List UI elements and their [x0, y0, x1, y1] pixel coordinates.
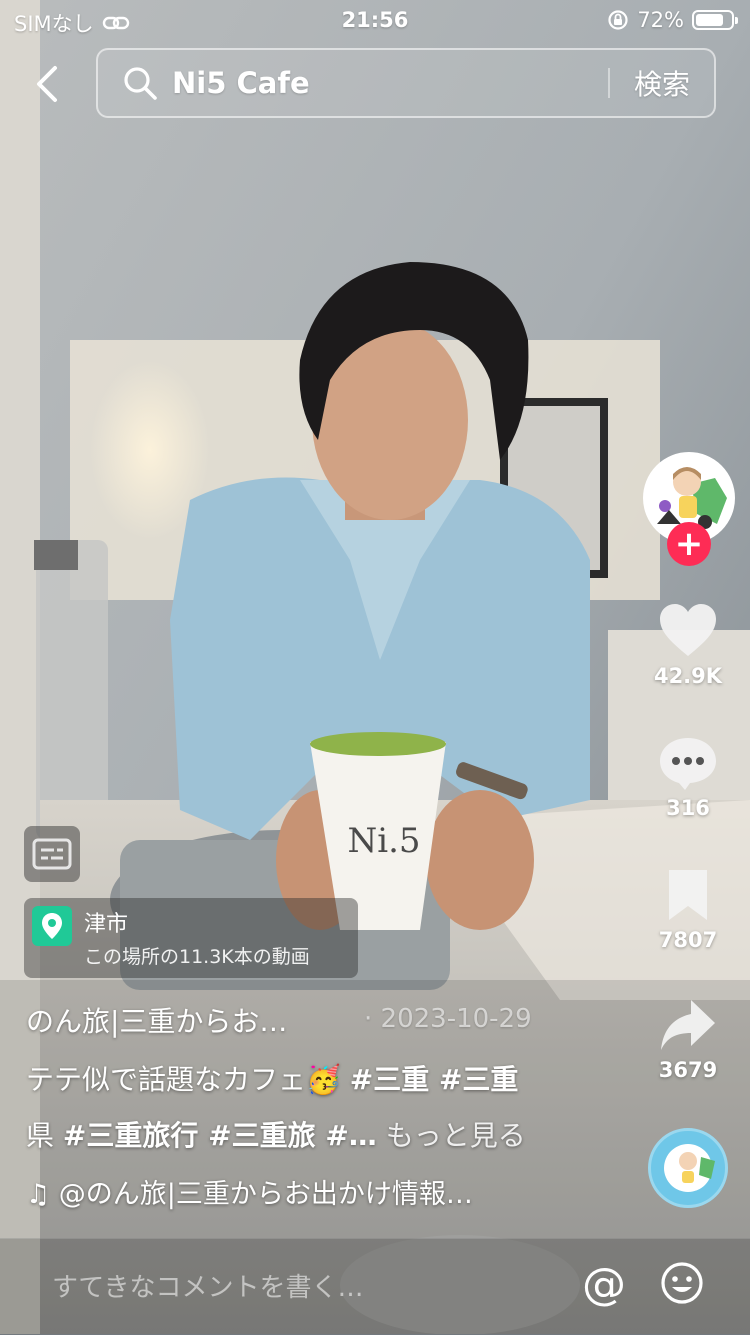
like-count: 42.9K	[653, 664, 723, 688]
emoji-icon[interactable]	[660, 1261, 704, 1305]
comment-icon	[660, 738, 716, 790]
share-button[interactable]: 3679	[638, 996, 738, 1082]
music-disc-image	[664, 1144, 715, 1192]
heart-icon	[660, 604, 716, 656]
comment-input[interactable]: すてきなコメントを書く…	[52, 1267, 363, 1304]
description-text: テテ似で話題なカフェ🥳	[26, 1063, 350, 1096]
description-line-1: テテ似で話題なカフェ🥳 #三重 #三重	[26, 1058, 518, 1098]
status-bar: SIMなし 21:56 72%	[0, 0, 750, 42]
comment-button[interactable]: 316	[638, 734, 738, 820]
battery-icon	[692, 10, 738, 30]
save-count: 7807	[658, 928, 718, 952]
search-submit-button[interactable]: 検索	[610, 63, 714, 103]
share-icon	[661, 1000, 715, 1050]
back-button[interactable]	[26, 60, 66, 108]
share-count: 3679	[658, 1058, 718, 1082]
hashtag-link[interactable]: #三重 #三重	[350, 1063, 519, 1096]
caption-icon	[32, 838, 72, 870]
bookmark-icon	[669, 870, 707, 920]
music-link[interactable]: ♫ @のん旅|三重からお出かけ情報…	[26, 1172, 473, 1211]
description-text: 県	[26, 1119, 63, 1152]
hashtag-link[interactable]: #三重旅行 #三重旅 #…	[63, 1119, 377, 1152]
like-button[interactable]: 42.9K	[638, 602, 738, 688]
comment-count: 316	[666, 796, 710, 820]
location-city: 津市	[84, 912, 129, 937]
see-more-link[interactable]: もっと見る	[377, 1119, 526, 1152]
location-video-count: この場所の11.3K本の動画	[84, 946, 310, 968]
search-bar[interactable]: Ni5 Cafe 検索	[96, 48, 716, 118]
bookmark-button[interactable]: 7807	[638, 866, 738, 952]
search-icon	[124, 67, 157, 100]
comment-bar: すてきなコメントを書く… @	[0, 1238, 750, 1335]
rotation-lock-icon	[608, 10, 628, 30]
captions-button[interactable]	[24, 826, 80, 882]
location-pin-icon	[32, 906, 72, 946]
follow-button[interactable]: +	[667, 522, 711, 566]
location-chip[interactable]: 津市 この場所の11.3K本の動画	[24, 898, 358, 978]
back-arrow-icon	[37, 66, 57, 102]
description-line-2: 県 #三重旅行 #三重旅 #… もっと見る	[26, 1114, 526, 1154]
battery-percent: 72%	[637, 8, 684, 32]
status-right: 72%	[607, 8, 738, 32]
search-input[interactable]: Ni5 Cafe	[172, 66, 608, 100]
music-disc[interactable]	[648, 1128, 728, 1208]
cup-text: Ni.5	[347, 821, 420, 861]
author-name[interactable]: のん旅|三重からお…	[26, 1000, 287, 1040]
post-date: · 2023-10-29	[364, 1004, 532, 1034]
mention-button[interactable]: @	[582, 1259, 626, 1310]
